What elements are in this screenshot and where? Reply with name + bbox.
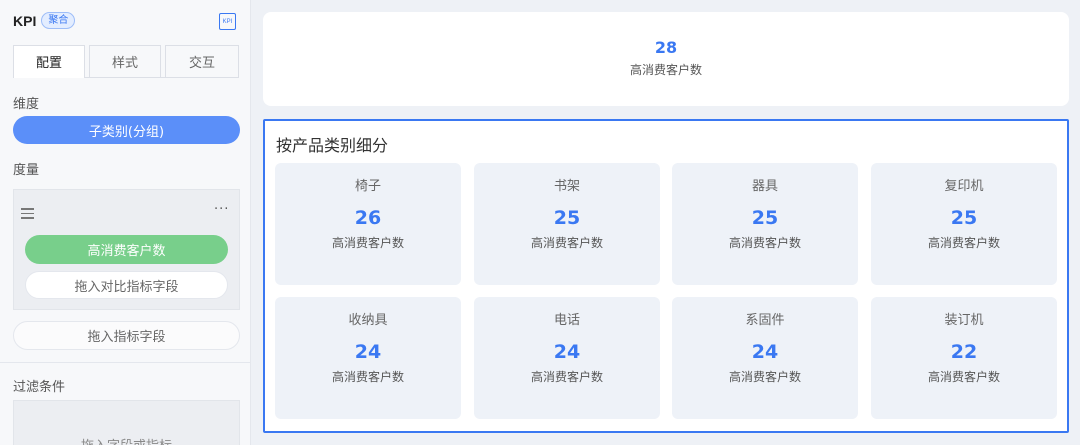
category-name: 电话: [553, 313, 580, 328]
dimension-field-pill[interactable]: 子类别(分组): [13, 116, 240, 144]
panel-tabs: 配置 样式 交互: [13, 45, 239, 77]
filter-drop-zone[interactable]: 拖入字段或指标: [13, 400, 240, 445]
panel-header: KPI 聚合: [13, 12, 76, 29]
category-metric-label: 高消费客户数: [927, 236, 1000, 250]
category-name: 书架: [553, 179, 580, 194]
category-name: 椅子: [354, 179, 381, 194]
category-value: 24: [553, 341, 581, 363]
category-value: 24: [354, 341, 382, 363]
config-panel: KPI 聚合 KPI 配置 样式 交互 维度 子类别(分组) 度量 ··· 高消…: [0, 0, 251, 445]
panel-divider: [0, 362, 251, 363]
breakdown-cell[interactable]: 复印机 25 高消费客户数: [871, 163, 1057, 285]
compare-metric-drop-zone[interactable]: 拖入对比指标字段: [25, 271, 228, 299]
kpi-value: 28: [654, 38, 678, 57]
breakdown-cell[interactable]: 收纳具 24 高消费客户数: [275, 297, 461, 419]
category-name: 收纳具: [348, 313, 388, 328]
active-tab-cover: [14, 76, 84, 78]
breakdown-cell[interactable]: 椅子 26 高消费客户数: [275, 163, 461, 285]
dimension-label: 维度: [13, 97, 40, 112]
category-name: 装订机: [944, 313, 984, 328]
panel-title: KPI: [13, 12, 37, 29]
breakdown-cell[interactable]: 装订机 22 高消费客户数: [871, 297, 1057, 419]
metric-drop-zone[interactable]: 拖入指标字段: [13, 321, 240, 350]
filter-placeholder: 拖入字段或指标: [14, 435, 239, 445]
kpi-label: 高消费客户数: [629, 63, 702, 77]
more-icon[interactable]: ···: [214, 202, 229, 217]
category-metric-label: 高消费客户数: [728, 370, 801, 384]
tab-style[interactable]: 样式: [89, 45, 161, 77]
breakdown-cell[interactable]: 电话 24 高消费客户数: [474, 297, 660, 419]
breakdown-card[interactable]: 按产品类别细分 椅子 26 高消费客户数 书架 25 高消费客户数 器具 25 …: [263, 119, 1069, 433]
breakdown-cell[interactable]: 器具 25 高消费客户数: [672, 163, 858, 285]
category-metric-label: 高消费客户数: [331, 236, 404, 250]
category-metric-label: 高消费客户数: [530, 370, 603, 384]
category-metric-label: 高消费客户数: [927, 370, 1000, 384]
breakdown-cell[interactable]: 书架 25 高消费客户数: [474, 163, 660, 285]
measure-field-pill[interactable]: 高消费客户数: [25, 235, 228, 264]
category-name: 器具: [751, 179, 778, 194]
measure-label: 度量: [13, 163, 40, 178]
category-value: 26: [354, 207, 382, 229]
measure-drop-zone: ··· 高消费客户数 拖入对比指标字段: [13, 189, 240, 310]
category-value: 25: [553, 207, 581, 229]
category-metric-label: 高消费客户数: [728, 236, 801, 250]
breakdown-title: 按产品类别细分: [276, 136, 389, 155]
kpi-card[interactable]: 28 高消费客户数: [263, 12, 1069, 106]
filter-label: 过滤条件: [13, 380, 66, 395]
breakdown-cell[interactable]: 系固件 24 高消费客户数: [672, 297, 858, 419]
category-metric-label: 高消费客户数: [530, 236, 603, 250]
category-name: 系固件: [745, 313, 785, 328]
aggregate-badge: 聚合: [41, 12, 76, 29]
category-value: 24: [751, 341, 779, 363]
category-metric-label: 高消费客户数: [331, 370, 404, 384]
tab-config[interactable]: 配置: [13, 45, 85, 77]
category-value: 25: [950, 207, 978, 229]
drag-handle-icon[interactable]: [21, 208, 34, 219]
tab-interaction[interactable]: 交互: [165, 45, 239, 77]
kpi-icon[interactable]: KPI: [219, 13, 236, 30]
category-value: 22: [950, 341, 978, 363]
category-name: 复印机: [944, 179, 984, 194]
category-value: 25: [751, 207, 779, 229]
